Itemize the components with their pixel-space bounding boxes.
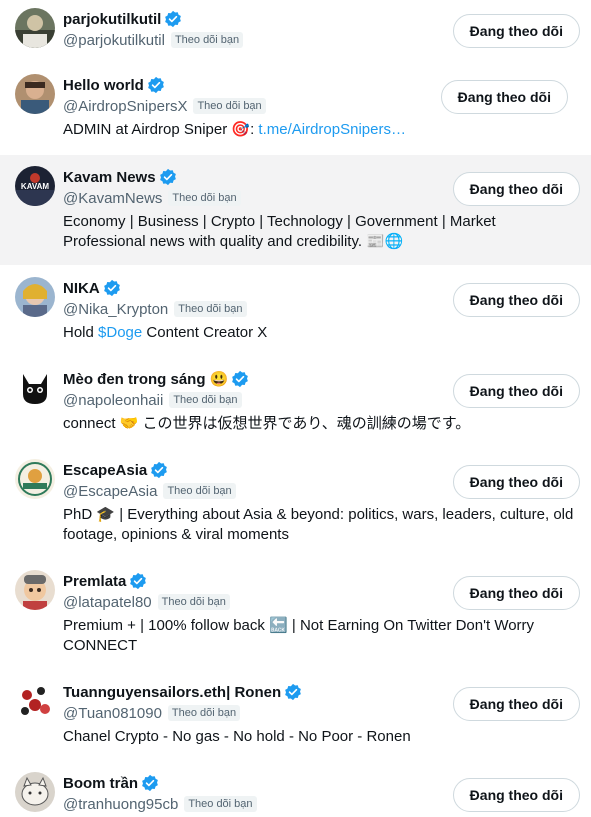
cashtag-link[interactable]: $Doge (98, 324, 142, 341)
user-handle[interactable]: @parjokutilkutil (63, 32, 165, 49)
follows-you-badge: Theo dõi bạn (169, 392, 242, 408)
user-handle[interactable]: @EscapeAsia (63, 483, 157, 500)
verified-badge-icon (159, 168, 176, 186)
following-button[interactable]: Đang theo dõi (452, 576, 580, 610)
verified-badge-icon (147, 76, 164, 94)
display-name[interactable]: NIKA (63, 280, 100, 297)
verified-badge-icon (232, 370, 249, 388)
following-button[interactable]: Đang theo dõi (452, 14, 580, 48)
user-row[interactable]: parjokutilkutil @parjokutilkutil Theo dõ… (0, 8, 591, 64)
avatar-text: KAVAM (20, 182, 50, 191)
user-bio: connect 🤝 この世界は仮想世界であり、魂の訓練の場です。 (63, 415, 471, 432)
display-name[interactable]: Mèo đen trong sáng (63, 371, 206, 388)
verified-badge-icon (130, 572, 147, 590)
follows-you-badge: Theo dõi bạn (170, 32, 244, 48)
bio-link[interactable]: t.me/AirdropSnipers… (258, 121, 406, 138)
avatar[interactable] (15, 772, 55, 812)
user-row[interactable]: KAVAM Kavam News @KavamNews Theo dõi bạn… (0, 155, 591, 265)
display-name[interactable]: Hello world (63, 77, 144, 94)
verified-badge-icon (165, 10, 182, 28)
verified-badge-icon (103, 279, 120, 297)
avatar[interactable] (15, 681, 55, 721)
user-bio: Hold $Doge Content Creator X (63, 324, 268, 341)
avatar[interactable]: KAVAM (15, 166, 55, 206)
follows-you-badge: Theo dõi bạn (157, 594, 230, 610)
user-row[interactable]: EscapeAsia @EscapeAsia Theo dõi bạn Đang… (0, 459, 591, 559)
avatar[interactable] (15, 74, 55, 114)
user-handle[interactable]: @AirdropSnipersX (63, 98, 187, 115)
user-handle[interactable]: @Nika_Krypton (63, 301, 168, 318)
following-button[interactable]: Đang theo dõi (452, 465, 580, 499)
user-bio: Premium + | 100% follow back 🔙 | Not Ear… (63, 617, 535, 654)
following-button[interactable]: Đang theo dõi (452, 778, 580, 812)
user-row[interactable]: Premlata @latapatel80 Theo dõi bạn Đang … (0, 570, 591, 670)
verified-badge-icon (285, 683, 301, 701)
follows-you-badge: Theo dõi bạn (168, 190, 241, 206)
follows-you-badge: Theo dõi bạn (167, 705, 241, 721)
follows-you-badge: Theo dõi bạn (174, 301, 247, 317)
avatar[interactable] (15, 368, 55, 408)
user-handle[interactable]: @Tuan081090 (63, 705, 162, 722)
follows-you-badge: Theo dõi bạn (193, 98, 266, 114)
user-handle[interactable]: @KavamNews (63, 190, 162, 207)
user-bio: Economy | Business | Crypto | Technology… (63, 213, 496, 250)
user-bio: Chanel Crypto - No gas - No hold - No Po… (63, 728, 411, 745)
verified-badge-icon (151, 461, 168, 479)
following-button[interactable]: Đang theo dõi (452, 374, 580, 408)
user-row[interactable]: Boom trần @tranhuong95cb Theo dõi bạn Đa… (0, 772, 591, 817)
follows-you-badge: Theo dõi bạn (163, 483, 236, 499)
display-name[interactable]: EscapeAsia (63, 462, 147, 479)
user-bio: PhD 🎓 | Everything about Asia & beyond: … (63, 506, 574, 543)
grinning-face-icon: 😃 (209, 371, 229, 388)
user-row[interactable]: Mèo đen trong sáng 😃 @napoleonhaii Theo … (0, 368, 591, 438)
user-row[interactable]: Tuannguyensailors.eth| Ronen @Tuan081090… (0, 681, 591, 761)
verified-badge-icon (142, 774, 158, 792)
user-handle[interactable]: @latapatel80 (63, 594, 152, 611)
user-row[interactable]: NIKA @Nika_Krypton Theo dõi bạn Đang the… (0, 277, 591, 347)
avatar[interactable] (15, 8, 55, 48)
following-button[interactable]: Đang theo dõi (440, 80, 568, 114)
avatar[interactable] (15, 459, 55, 499)
following-list: parjokutilkutil @parjokutilkutil Theo dõ… (0, 0, 591, 817)
display-name[interactable]: Tuannguyensailors.eth| Ronen (63, 684, 281, 701)
following-button[interactable]: Đang theo dõi (452, 687, 580, 721)
follows-you-badge: Theo dõi bạn (184, 796, 257, 812)
user-row[interactable]: Hello world @AirdropSnipersX Theo dõi bạ… (0, 74, 591, 154)
user-handle[interactable]: @tranhuong95cb (63, 796, 178, 813)
display-name[interactable]: parjokutilkutil (63, 11, 161, 28)
avatar[interactable] (15, 570, 55, 610)
display-name[interactable]: Premlata (63, 573, 126, 590)
avatar[interactable] (15, 277, 55, 317)
display-name[interactable]: Kavam News (63, 169, 156, 186)
following-button[interactable]: Đang theo dõi (452, 172, 580, 206)
display-name[interactable]: Boom trần (63, 775, 138, 792)
user-bio: ADMIN at Airdrop Sniper 🎯: t.me/AirdropS… (63, 121, 406, 138)
user-handle[interactable]: @napoleonhaii (63, 392, 163, 409)
following-button[interactable]: Đang theo dõi (452, 283, 580, 317)
